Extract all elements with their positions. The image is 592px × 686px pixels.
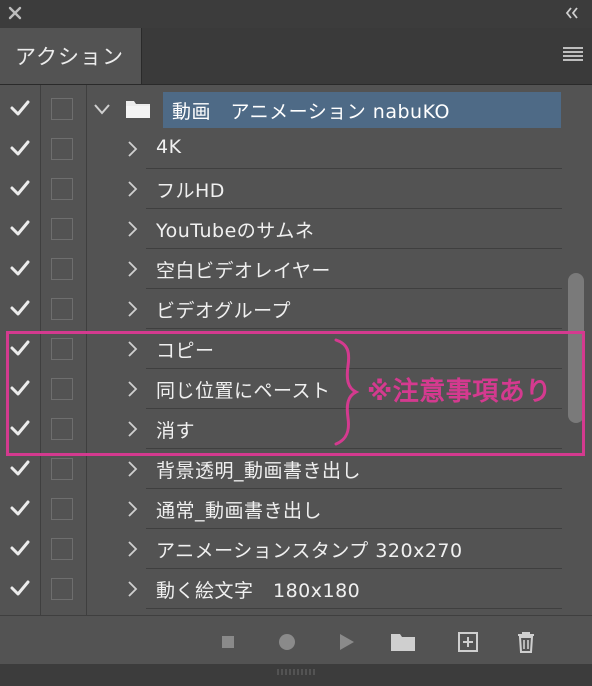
action-row[interactable]: ビデオグループ — [0, 289, 562, 329]
action-set-label: 動画 アニメーション nabuKO — [172, 101, 450, 123]
action-label: アニメーションスタンプ 320x270 — [156, 540, 463, 562]
new-action-icon[interactable] — [456, 630, 480, 654]
check-icon[interactable] — [9, 498, 31, 518]
action-label: 4K — [156, 136, 182, 158]
panel-titlebar — [0, 0, 592, 28]
dialog-toggle-box[interactable] — [51, 578, 73, 600]
chevron-right-icon[interactable] — [125, 500, 139, 518]
action-label: 通常_動画書き出し — [156, 500, 323, 522]
dialog-toggle-box[interactable] — [51, 458, 73, 480]
dialog-toggle-box[interactable] — [51, 258, 73, 280]
folder-icon — [126, 101, 150, 118]
check-icon[interactable] — [9, 258, 31, 278]
action-label: ビデオグループ — [156, 300, 291, 322]
dialog-toggle-box[interactable] — [51, 138, 73, 160]
chevron-right-icon[interactable] — [125, 260, 139, 278]
panel-tabbar: アクション — [0, 28, 592, 85]
action-label: 動く絵文字 180x180 — [156, 580, 361, 602]
chevron-right-icon[interactable] — [125, 460, 139, 478]
chevron-right-icon[interactable] — [125, 220, 139, 238]
action-row[interactable]: フルHD — [0, 169, 562, 209]
dialog-toggle-box[interactable] — [51, 98, 73, 120]
row-divider — [146, 608, 562, 609]
check-icon[interactable] — [9, 98, 31, 118]
action-row[interactable]: YouTubeのサムネ — [0, 209, 562, 249]
dialog-toggle-box[interactable] — [51, 538, 73, 560]
new-set-folder-icon[interactable] — [390, 630, 416, 654]
panel-statusbar — [0, 664, 592, 686]
check-icon[interactable] — [9, 178, 31, 198]
action-label: 背景透明_動画書き出し — [156, 460, 362, 482]
action-row[interactable]: 通常_動画書き出し — [0, 489, 562, 529]
tab-actions[interactable]: アクション — [0, 28, 142, 84]
chevron-right-icon[interactable] — [125, 540, 139, 558]
resize-grip-icon[interactable] — [276, 667, 316, 677]
chevron-right-icon[interactable] — [125, 580, 139, 598]
check-icon[interactable] — [9, 218, 31, 238]
record-icon[interactable] — [275, 630, 299, 654]
check-icon[interactable] — [9, 578, 31, 598]
check-icon[interactable] — [9, 538, 31, 558]
chevron-right-icon[interactable] — [125, 300, 139, 318]
action-row[interactable]: 空白ビデオレイヤー — [0, 249, 562, 289]
action-row[interactable]: 4K — [0, 129, 562, 169]
chevron-right-icon[interactable] — [125, 180, 139, 198]
close-icon[interactable] — [6, 4, 24, 22]
collapse-panel-icon[interactable] — [564, 6, 580, 20]
trash-icon[interactable] — [514, 630, 538, 654]
action-label: フルHD — [156, 180, 225, 202]
chevron-right-icon[interactable] — [125, 140, 139, 158]
action-set-row[interactable]: 動画 アニメーション nabuKO — [0, 89, 562, 129]
stop-icon[interactable] — [216, 630, 240, 654]
annotation-note: ※注意事項あり — [367, 377, 552, 407]
play-icon[interactable] — [334, 630, 358, 654]
actions-toolbar — [0, 615, 592, 665]
dialog-toggle-box[interactable] — [51, 498, 73, 520]
action-label: 空白ビデオレイヤー — [156, 260, 331, 282]
action-row[interactable]: 動く絵文字 180x180 — [0, 569, 562, 609]
check-icon[interactable] — [9, 138, 31, 158]
dialog-toggle-box[interactable] — [51, 298, 73, 320]
panel-menu-icon[interactable] — [562, 46, 584, 62]
check-icon[interactable] — [9, 298, 31, 318]
dialog-toggle-box[interactable] — [51, 178, 73, 200]
chevron-down-icon[interactable] — [92, 102, 112, 116]
tab-actions-label: アクション — [15, 45, 124, 69]
action-row[interactable]: アニメーションスタンプ 320x270 — [0, 529, 562, 569]
check-icon[interactable] — [9, 458, 31, 478]
dialog-toggle-box[interactable] — [51, 218, 73, 240]
action-label: YouTubeのサムネ — [156, 220, 315, 242]
brace-mark — [334, 338, 360, 446]
